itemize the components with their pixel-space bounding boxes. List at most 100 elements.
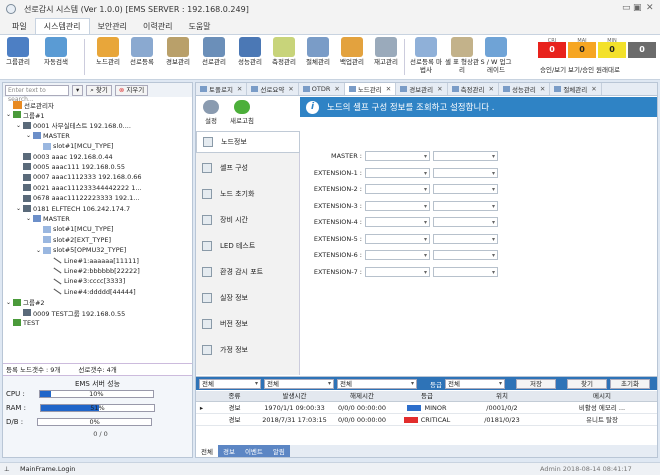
alarm-view-label[interactable]: 원래대로 — [596, 64, 620, 74]
menu-item-version[interactable]: 버전 정보 — [196, 313, 300, 335]
ribbon-button[interactable]: 재고관리 — [368, 37, 404, 66]
grid-header[interactable]: 메시지 — [547, 391, 657, 401]
restore-icon[interactable]: ▣ — [633, 3, 642, 13]
filter-select-2[interactable]: 전체 — [264, 378, 334, 389]
shelf-type-select[interactable] — [365, 217, 430, 227]
alarm-counter[interactable]: 0 — [628, 42, 656, 58]
alarm-tab[interactable]: 경보 — [217, 445, 240, 457]
shelf-type-select[interactable] — [365, 250, 430, 260]
close-icon[interactable]: ✕ — [334, 85, 339, 93]
alarm-tab[interactable]: 전체 — [196, 445, 218, 457]
menu-item-led-test[interactable]: LED 테스트 — [196, 235, 300, 257]
settings-button[interactable]: 설정 — [200, 100, 222, 125]
tree-node[interactable]: 선로관리자 — [6, 100, 54, 110]
tree-node[interactable]: Line#1:aaaaaa[11111] — [46, 256, 139, 265]
menu-item-mount-info[interactable]: 실장 정보 — [196, 287, 300, 309]
menu-tab[interactable]: 보안관리 — [90, 19, 135, 34]
shelf-unit-select[interactable] — [433, 233, 498, 244]
ribbon-button[interactable]: 셀 표 형상관리 — [444, 37, 480, 74]
shelf-unit-select[interactable] — [433, 266, 498, 277]
shelf-type-select[interactable] — [365, 200, 430, 211]
tree-expand-arrow[interactable]: ⌄ — [26, 132, 31, 139]
ribbon-button[interactable]: 노드관리 — [90, 37, 126, 66]
search-dropdown-button[interactable]: ▾ — [72, 84, 84, 96]
ribbon-button[interactable]: 선로관리 — [196, 37, 232, 66]
ribbon-button[interactable]: 경보관리 — [160, 37, 196, 66]
tree-expand-arrow[interactable]: ⌄ — [6, 111, 11, 118]
menu-item-shelf-config[interactable]: 셸프 구성 — [196, 157, 300, 179]
clear-button[interactable]: ⊗ 지우기 — [114, 84, 149, 96]
reset-button[interactable]: 초기화 — [609, 378, 650, 389]
close-icon[interactable]: ✕ — [386, 85, 391, 93]
close-icon[interactable]: ✕ — [591, 85, 596, 93]
refresh-button[interactable]: 새로고침 — [228, 100, 256, 125]
close-icon[interactable]: ✕ — [288, 85, 293, 93]
ribbon-button[interactable]: 선로등록 — [124, 37, 160, 66]
menu-item-env-port[interactable]: 환경 감시 포트 — [196, 261, 300, 283]
tree-node[interactable]: ⌄ MASTER — [26, 131, 70, 140]
tab-alarm[interactable]: 경보관리 ✕ — [396, 83, 448, 95]
tree-node[interactable]: 0021 aaac111233344442222 1... — [16, 183, 142, 192]
shelf-unit-select[interactable] — [433, 250, 498, 260]
ribbon-button[interactable]: 선로등록 마법사 — [408, 37, 444, 74]
grid-header[interactable]: 발생시간 — [262, 391, 327, 401]
tree-node[interactable]: ⌄ slot#5[OPMU32_TYPE] — [36, 246, 126, 255]
shelf-type-select[interactable] — [365, 233, 430, 244]
alarm-tab[interactable]: 이벤트 — [239, 445, 268, 457]
tree-node[interactable]: ⌄ 0181 ELFTECH 106.242.174.7 — [16, 204, 130, 213]
filter-select-3[interactable]: 전체 — [337, 378, 417, 389]
menu-item-home-info[interactable]: 가정 정보 — [196, 339, 300, 361]
close-icon[interactable]: ✕ — [488, 85, 493, 93]
tree-expand-arrow[interactable]: ⌄ — [36, 247, 41, 254]
alarm-counter[interactable]: 0 — [568, 42, 596, 58]
menu-item-node-info[interactable]: 노드정보 — [196, 131, 300, 153]
tree-node[interactable]: slot#1[MCU_TYPE] — [36, 225, 114, 234]
alarm-counter[interactable]: 0 — [598, 42, 626, 58]
grid-header[interactable]: 등급 — [397, 391, 457, 401]
ribbon-button[interactable]: 절체관리 — [300, 37, 336, 66]
tree-expand-arrow[interactable]: ⌄ — [16, 122, 21, 129]
menu-tab[interactable]: 이력관리 — [135, 19, 180, 34]
close-icon[interactable]: ✕ — [237, 85, 242, 93]
find-button[interactable]: ⌕ 찾기 — [86, 84, 112, 96]
alarm-view-label[interactable]: 보기/승인 — [568, 64, 594, 74]
tree-node[interactable]: TEST — [6, 318, 39, 327]
alarm-counter[interactable]: 0 — [538, 42, 566, 58]
menu-item-node-reset[interactable]: 노드 초기화 — [196, 183, 300, 205]
tree-expand-arrow[interactable]: ⌄ — [6, 299, 11, 306]
close-icon[interactable]: ✕ — [540, 85, 545, 93]
shelf-unit-select[interactable] — [433, 200, 498, 211]
tree-node[interactable]: slot#2[EXT_TYPE] — [36, 235, 111, 244]
minimize-icon[interactable]: ▭ — [622, 3, 631, 13]
shelf-type-select[interactable] — [365, 184, 430, 194]
grid-header[interactable]: 종류 — [207, 391, 262, 401]
ribbon-button[interactable]: S / W 업그레이드 — [478, 37, 514, 74]
tab-topology[interactable]: 토폴로지 ✕ — [196, 83, 248, 95]
tab-node-manage[interactable]: 노드관리 ✕ — [344, 83, 397, 95]
ribbon-button[interactable]: 자동검색 — [38, 37, 74, 66]
tree-node[interactable]: ⌄ 그룹#1 — [6, 110, 45, 120]
tree-node[interactable]: 0003 aaac 192.168.0.44 — [16, 152, 113, 161]
tree-node[interactable]: Line#3:cccc[3333] — [46, 277, 125, 286]
menu-tab[interactable]: 시스템관리 — [34, 18, 90, 34]
ribbon-button[interactable]: 성능관리 — [232, 37, 268, 66]
table-row[interactable]: 경보 2018/7/31 17:03:15 0/0/0 00:00:00 CRITIC… — [196, 415, 657, 426]
tree-node[interactable]: 0009 TEST그룹 192.168.0.55 — [16, 308, 125, 318]
tab-switch[interactable]: 절체관리 ✕ — [550, 83, 602, 95]
close-icon[interactable]: ✕ — [646, 3, 654, 13]
shelf-unit-select[interactable] — [433, 167, 498, 178]
menu-tab[interactable]: 파일 — [4, 19, 35, 34]
shelf-type-select[interactable] — [365, 167, 430, 178]
table-row[interactable]: ▸ 경보 1970/1/1 09:00:33 0/0/0 00:00:00 MINOR /… — [196, 403, 657, 414]
tree-node[interactable]: Line#2:bbbbbb[22222] — [46, 266, 140, 275]
menu-tab[interactable]: 도움말 — [180, 19, 218, 34]
tree-node[interactable]: 0678 aaac11122223333 192.1... — [16, 194, 140, 203]
alarm-tab[interactable]: 알림 — [267, 445, 290, 457]
shelf-type-select[interactable] — [365, 266, 430, 277]
tree-node[interactable]: ⌄ 그룹#2 — [6, 298, 45, 307]
tree-search-input[interactable]: Enter text to search... — [5, 84, 69, 103]
filter-select-1[interactable]: 전체 — [199, 378, 261, 389]
shelf-unit-select[interactable] — [433, 184, 498, 194]
grade-select[interactable]: 전체 — [444, 378, 505, 389]
save-button[interactable]: 저장 — [515, 378, 556, 389]
